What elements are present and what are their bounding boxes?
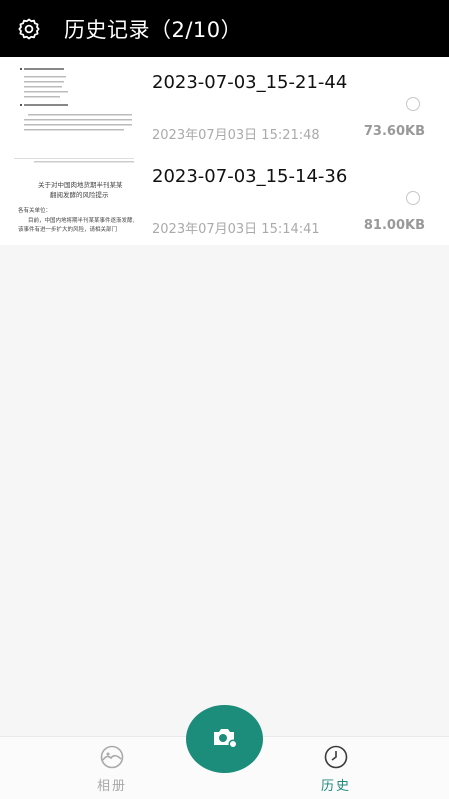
thumb-line-1: 各有关单位： bbox=[18, 208, 52, 214]
tab-history-label: 历史 bbox=[320, 779, 351, 794]
camera-button[interactable] bbox=[186, 705, 263, 773]
gear-icon[interactable] bbox=[16, 16, 42, 42]
list-item[interactable]: 2023-07-03_15-21-44 2023年07月03日 15:21:48… bbox=[0, 57, 449, 151]
document-thumbnail bbox=[14, 64, 134, 144]
camera-icon bbox=[211, 725, 239, 753]
record-size: 73.60KB bbox=[363, 124, 425, 139]
record-name: 2023-07-03_15-14-36 bbox=[152, 166, 348, 187]
top-bar: 历史记录（2/10） bbox=[0, 0, 449, 57]
thumb-line-2: 目前，中国内地将期半刊某某事件逐渐发酵， bbox=[28, 218, 134, 224]
document-thumbnail: 关于对中国肉地货期半刊某某 翻阅发酵的风险提示 各有关单位： 目前，中国内地将期… bbox=[14, 158, 134, 238]
thumb-heading-1: 关于对中国肉地货期半刊某某 bbox=[38, 181, 123, 189]
album-icon bbox=[82, 745, 142, 773]
tab-album[interactable]: 相册 bbox=[82, 745, 142, 794]
record-name: 2023-07-03_15-21-44 bbox=[152, 72, 348, 93]
select-radio[interactable] bbox=[406, 191, 420, 205]
record-date: 2023年07月03日 15:14:41 bbox=[152, 222, 320, 237]
thumb-heading-2: 翻阅发酵的风险提示 bbox=[50, 191, 109, 199]
record-date: 2023年07月03日 15:21:48 bbox=[152, 128, 320, 143]
thumb-line-3: 该事件有进一步扩大的风险，请相关部门 bbox=[18, 227, 118, 233]
tab-album-label: 相册 bbox=[96, 779, 127, 794]
select-radio[interactable] bbox=[406, 97, 420, 111]
list-item[interactable]: 关于对中国肉地货期半刊某某 翻阅发酵的风险提示 各有关单位： 目前，中国内地将期… bbox=[0, 151, 449, 245]
clock-icon bbox=[306, 745, 366, 773]
page-title: 历史记录（2/10） bbox=[64, 17, 243, 42]
record-size: 81.00KB bbox=[363, 218, 425, 233]
tab-history[interactable]: 历史 bbox=[306, 745, 366, 794]
history-list: 2023-07-03_15-21-44 2023年07月03日 15:21:48… bbox=[0, 57, 449, 245]
